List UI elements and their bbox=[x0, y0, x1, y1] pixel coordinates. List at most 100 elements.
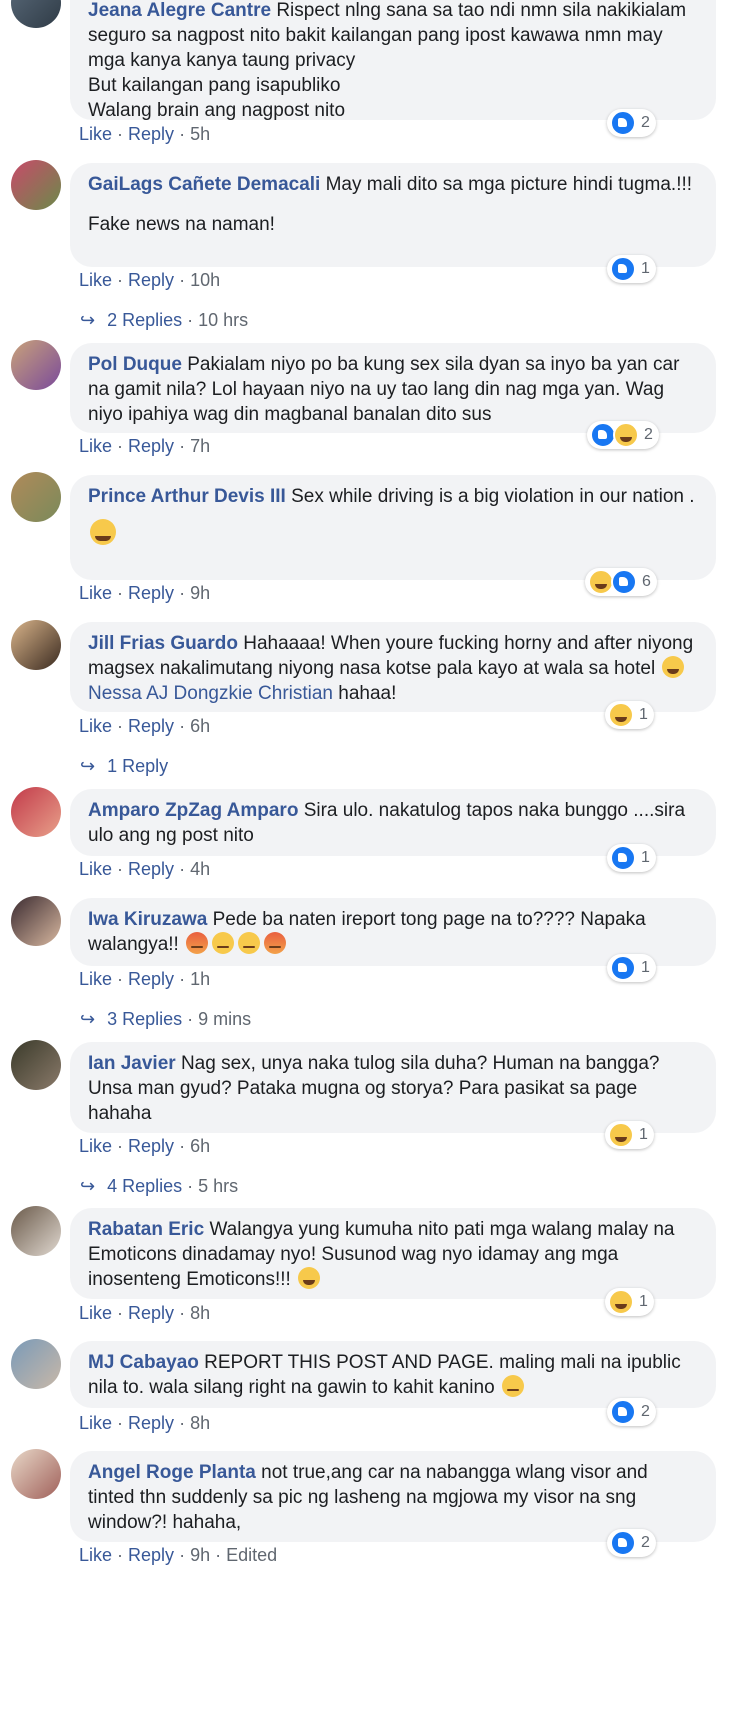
reaction-count: 1 bbox=[641, 260, 650, 277]
comment-actions: Like · Reply · 6h bbox=[79, 716, 211, 736]
reaction-summary[interactable]: 1 bbox=[605, 701, 654, 729]
reply-link[interactable]: Reply bbox=[128, 1136, 174, 1156]
comment-actions: Like · Reply · 7h bbox=[79, 436, 211, 456]
comment-time[interactable]: 7h bbox=[190, 436, 210, 456]
comment-time[interactable]: 6h bbox=[190, 1136, 210, 1156]
comment-author[interactable]: Amparo ZpZag Amparo bbox=[88, 800, 298, 821]
comment-time[interactable]: 10h bbox=[190, 270, 220, 290]
reply-link[interactable]: Reply bbox=[128, 436, 174, 456]
mention-link[interactable]: Nessa AJ Dongzkie Christian bbox=[88, 683, 333, 704]
reply-link[interactable]: Reply bbox=[128, 859, 174, 879]
comment-actions: Like · Reply · 8h bbox=[79, 1303, 211, 1323]
avatar[interactable] bbox=[11, 787, 61, 837]
comment-author[interactable]: MJ Cabayao bbox=[88, 1352, 199, 1373]
avatar[interactable] bbox=[11, 896, 61, 946]
steaming-emoji-icon bbox=[501, 1375, 524, 1397]
view-replies[interactable]: ↪ 1 Reply bbox=[80, 756, 168, 777]
reply-link[interactable]: Reply bbox=[128, 124, 174, 144]
view-replies[interactable]: ↪ 4 Replies · 5 hrs bbox=[80, 1176, 238, 1197]
view-replies[interactable]: ↪ 2 Replies · 10 hrs bbox=[80, 310, 248, 331]
comment-author[interactable]: Jill Frias Guardo bbox=[88, 633, 238, 654]
reaction-summary[interactable]: 1 bbox=[607, 954, 656, 982]
comment-time[interactable]: 9h bbox=[190, 583, 210, 603]
like-link[interactable]: Like bbox=[79, 583, 112, 603]
comment-time[interactable]: 1h bbox=[190, 969, 210, 989]
angry-emoji-icon bbox=[264, 932, 287, 954]
reaction-summary[interactable]: 2 bbox=[607, 1398, 656, 1426]
replies-link[interactable]: 3 Replies bbox=[107, 1009, 182, 1029]
reaction-summary[interactable]: 2 bbox=[607, 1529, 656, 1557]
like-link[interactable]: Like bbox=[79, 1303, 112, 1323]
comment-bubble: Ian Javier Nag sex, unya naka tulog sila… bbox=[70, 1042, 716, 1133]
reply-link[interactable]: Reply bbox=[128, 969, 174, 989]
comment-author[interactable]: Pol Duque bbox=[88, 354, 182, 375]
reply-link[interactable]: Reply bbox=[128, 1545, 174, 1565]
reaction-count: 1 bbox=[641, 849, 650, 866]
comment-author[interactable]: Ian Javier bbox=[88, 1053, 176, 1074]
comment-author[interactable]: Rabatan Eric bbox=[88, 1219, 204, 1240]
replies-link[interactable]: 4 Replies bbox=[107, 1176, 182, 1196]
reaction-count: 2 bbox=[641, 1534, 650, 1551]
like-link[interactable]: Like bbox=[79, 1413, 112, 1433]
comment-time[interactable]: 8h bbox=[190, 1303, 210, 1323]
comment-bubble: Pol Duque Pakialam niyo po ba kung sex s… bbox=[70, 343, 716, 433]
comment-time[interactable]: 4h bbox=[190, 859, 210, 879]
comment-author[interactable]: Jeana Alegre Cantre bbox=[88, 0, 271, 21]
reaction-summary[interactable]: 2 bbox=[587, 421, 659, 449]
avatar[interactable] bbox=[11, 472, 61, 522]
avatar[interactable] bbox=[11, 620, 61, 670]
view-replies[interactable]: ↪ 3 Replies · 9 mins bbox=[80, 1009, 251, 1030]
comment-text: Fake news na naman! bbox=[88, 214, 275, 235]
comment-time[interactable]: 5h bbox=[190, 124, 210, 144]
reply-link[interactable]: Reply bbox=[128, 1413, 174, 1433]
reply-link[interactable]: Reply bbox=[128, 583, 174, 603]
like-reaction-icon bbox=[610, 955, 636, 981]
edited-label[interactable]: Edited bbox=[226, 1545, 277, 1565]
comment-author[interactable]: Prince Arthur Devis III bbox=[88, 486, 286, 507]
avatar[interactable] bbox=[11, 1339, 61, 1389]
comment-time[interactable]: 9h bbox=[190, 1545, 210, 1565]
replies-link[interactable]: 1 Reply bbox=[107, 756, 168, 776]
haha-reaction-icon bbox=[613, 422, 639, 448]
like-link[interactable]: Like bbox=[79, 969, 112, 989]
comment-time[interactable]: 8h bbox=[190, 1413, 210, 1433]
comment-author[interactable]: Iwa Kiruzawa bbox=[88, 909, 207, 930]
reaction-summary[interactable]: 1 bbox=[607, 844, 656, 872]
comment-actions: Like · Reply · 6h bbox=[79, 1136, 211, 1156]
reaction-summary[interactable]: 1 bbox=[607, 255, 656, 283]
like-reaction-icon bbox=[610, 1530, 636, 1556]
comment-author[interactable]: Angel Roge Planta bbox=[88, 1462, 256, 1483]
reaction-summary[interactable]: 6 bbox=[585, 568, 657, 596]
like-link[interactable]: Like bbox=[79, 1136, 112, 1156]
reaction-count: 1 bbox=[641, 959, 650, 976]
reaction-summary[interactable]: 1 bbox=[605, 1121, 654, 1149]
like-link[interactable]: Like bbox=[79, 436, 112, 456]
reply-link[interactable]: Reply bbox=[128, 1303, 174, 1323]
like-link[interactable]: Like bbox=[79, 270, 112, 290]
laughing-emoji-icon bbox=[662, 656, 685, 678]
avatar[interactable] bbox=[11, 160, 61, 210]
avatar[interactable] bbox=[11, 1206, 61, 1256]
comment-bubble: GaiLags Cañete Demacali May mali dito sa… bbox=[70, 163, 716, 267]
comment-text: hahaa! bbox=[333, 683, 397, 704]
like-link[interactable]: Like bbox=[79, 859, 112, 879]
avatar[interactable] bbox=[11, 1449, 61, 1499]
reply-arrow-icon: ↪ bbox=[80, 756, 96, 776]
reaction-summary[interactable]: 1 bbox=[605, 1288, 654, 1316]
avatar[interactable] bbox=[11, 340, 61, 390]
comment-actions: Like · Reply · 9h · Edited bbox=[79, 1545, 278, 1565]
reply-link[interactable]: Reply bbox=[128, 270, 174, 290]
replies-link[interactable]: 2 Replies bbox=[107, 310, 182, 330]
reaction-summary[interactable]: 2 bbox=[607, 109, 656, 137]
replies-time: 5 hrs bbox=[198, 1176, 239, 1196]
comment-time[interactable]: 6h bbox=[190, 716, 210, 736]
like-link[interactable]: Like bbox=[79, 124, 112, 144]
comment-author[interactable]: GaiLags Cañete Demacali bbox=[88, 174, 320, 195]
avatar[interactable] bbox=[11, 1040, 61, 1090]
reply-link[interactable]: Reply bbox=[128, 716, 174, 736]
like-reaction-icon bbox=[611, 569, 637, 595]
reply-arrow-icon: ↪ bbox=[80, 1176, 96, 1196]
like-link[interactable]: Like bbox=[79, 716, 112, 736]
like-link[interactable]: Like bbox=[79, 1545, 112, 1565]
avatar[interactable] bbox=[11, 0, 61, 28]
